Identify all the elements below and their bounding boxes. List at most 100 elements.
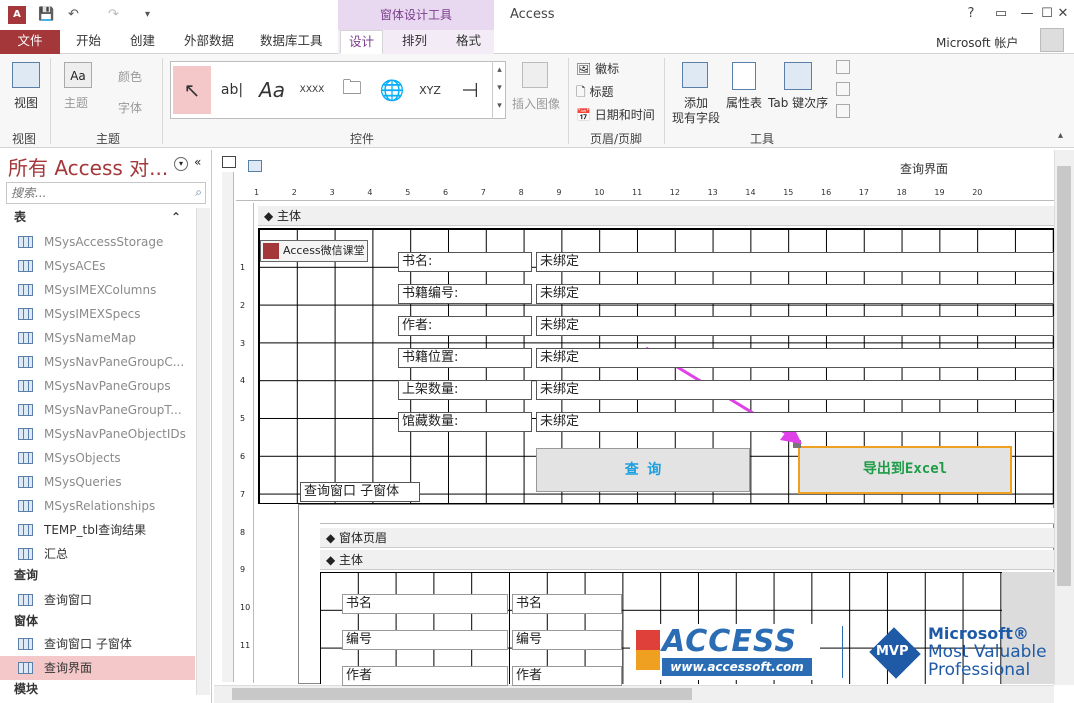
tab-create[interactable]: 创建 — [122, 30, 163, 54]
property-sheet-icon[interactable] — [732, 62, 756, 90]
field-label[interactable]: 作者: — [398, 316, 532, 336]
field-textbox[interactable]: 未绑定 — [536, 412, 1054, 432]
page-break-icon[interactable]: ⊣ — [451, 66, 489, 114]
subform-field-textbox[interactable]: 作者 — [512, 666, 622, 686]
field-textbox[interactable]: 未绑定 — [536, 348, 1054, 368]
avatar[interactable] — [1040, 28, 1064, 52]
tab-home[interactable]: 开始 — [68, 30, 109, 54]
hscroll-thumb[interactable] — [232, 688, 692, 700]
section-bar-main[interactable]: ◆ 主体 — [258, 206, 1054, 226]
nav-item-table[interactable]: MSysACEs — [0, 254, 195, 278]
field-textbox[interactable]: 未绑定 — [536, 380, 1054, 400]
nav-search-input[interactable] — [7, 183, 183, 203]
subform-field-label[interactable]: 作者 — [342, 666, 508, 686]
nav-item-table[interactable]: MSysIMEXSpecs — [0, 302, 195, 326]
nav-pane-title[interactable]: 所有 Access 对... — [8, 152, 168, 181]
nav-item-table[interactable]: MSysIMEXColumns — [0, 278, 195, 302]
nav-item-table[interactable]: MSysNavPaneObjectIDs — [0, 422, 195, 446]
property-sheet-button[interactable]: 属性表 — [726, 94, 762, 111]
field-label[interactable]: 馆藏数量: — [398, 412, 532, 432]
collapse-section-icon[interactable]: ⌃ — [171, 206, 181, 228]
label-control-icon[interactable]: Aa — [253, 66, 291, 114]
colors-button[interactable]: 颜色 — [118, 68, 142, 85]
undo-icon[interactable]: ↶ — [68, 6, 79, 24]
field-label[interactable]: 书籍编号: — [398, 284, 532, 304]
restore-ribbon-icon[interactable]: ▭ — [990, 4, 1012, 24]
form-window-icon[interactable] — [248, 160, 262, 172]
logo-badge[interactable]: Access微信课堂 — [260, 240, 368, 262]
form-selector-icon[interactable] — [222, 156, 236, 168]
insert-image-icon[interactable] — [522, 62, 548, 88]
tab-order-button[interactable]: Tab 键次序 — [768, 94, 828, 111]
collapse-ribbon-icon[interactable]: ▴ — [1058, 130, 1063, 141]
gallery-scroll[interactable]: ▴ ▾ ▾ — [492, 61, 506, 119]
collapse-nav-icon[interactable]: « — [194, 155, 201, 169]
button-control-icon[interactable]: XXXX — [293, 66, 331, 114]
field-textbox[interactable]: 未绑定 — [536, 284, 1054, 304]
title-button[interactable]: 🗋 标题 — [576, 83, 613, 104]
export-excel-button[interactable]: 导出到Excel — [798, 446, 1012, 494]
add-fields-icon[interactable] — [682, 62, 708, 88]
customize-qat-icon[interactable]: ▾ — [145, 6, 150, 24]
add-fields-button-2[interactable]: 现有字段 — [672, 109, 720, 126]
nav-item-table[interactable]: MSysNavPaneGroupC... — [0, 350, 195, 374]
subform-field-textbox[interactable]: 编号 — [512, 630, 622, 650]
tab-format[interactable]: 格式 — [448, 30, 489, 54]
minimize-button[interactable]: — — [1016, 4, 1038, 24]
field-label[interactable]: 上架数量: — [398, 380, 532, 400]
form-tab-title[interactable]: 查询界面 — [900, 160, 948, 177]
view-button-icon[interactable] — [12, 62, 40, 88]
nav-item-table[interactable]: MSysNavPaneGroupT... — [0, 398, 195, 422]
nav-item-table[interactable]: MSysObjects — [0, 446, 195, 470]
field-textbox[interactable]: 未绑定 — [536, 316, 1054, 336]
tab-database-tools[interactable]: 数据库工具 — [252, 30, 331, 54]
query-button[interactable]: 查 询 — [536, 448, 750, 492]
nav-section-queries[interactable]: 查询 — [0, 564, 195, 586]
close-button[interactable]: ✕ — [1052, 4, 1074, 24]
field-label[interactable]: 书名: — [398, 252, 532, 272]
fonts-button[interactable]: 字体 — [118, 99, 142, 116]
insert-image-button[interactable]: 插入图像 — [512, 95, 560, 112]
convert-macros-icon[interactable] — [836, 104, 850, 118]
save-icon[interactable]: 💾 — [38, 6, 54, 24]
nav-item-form[interactable]: 查询窗口 子窗体 — [0, 632, 195, 656]
nav-item-table[interactable]: MSysAccessStorage — [0, 230, 195, 254]
nav-item-table[interactable]: MSysRelationships — [0, 494, 195, 518]
vscroll-thumb[interactable] — [1057, 166, 1071, 586]
hyperlink-control-icon[interactable]: 🌐 — [373, 66, 411, 114]
nav-section-modules[interactable]: 模块 — [0, 678, 195, 700]
nav-item-table[interactable]: MSysNameMap — [0, 326, 195, 350]
nav-search-box[interactable]: ⌕ — [6, 182, 206, 204]
option-group-icon[interactable]: XYZ — [411, 66, 449, 114]
select-pointer-icon[interactable]: ↖ — [173, 66, 211, 114]
tab-arrange[interactable]: 排列 — [394, 30, 435, 54]
textbox-control-icon[interactable]: ab| — [213, 66, 251, 114]
view-button[interactable]: 视图 — [14, 94, 38, 111]
nav-scrollbar[interactable] — [196, 208, 210, 695]
nav-section-forms[interactable]: 窗体 — [0, 610, 195, 632]
access-app-icon[interactable]: A — [8, 6, 26, 24]
redo-icon[interactable]: ↷ — [108, 6, 119, 24]
tab-external-data[interactable]: 外部数据 — [176, 30, 242, 54]
subform-field-textbox[interactable]: 书名 — [512, 594, 622, 614]
nav-item-table[interactable]: MSysNavPaneGroups — [0, 374, 195, 398]
nav-item-query[interactable]: 查询窗口 — [0, 588, 195, 612]
nav-item-form[interactable]: 查询界面 — [0, 656, 195, 680]
tab-order-icon[interactable] — [784, 62, 812, 90]
subform-field-label[interactable]: 书名 — [342, 594, 508, 614]
help-button[interactable]: ? — [960, 4, 982, 24]
view-code-icon[interactable] — [836, 82, 850, 96]
subform-label[interactable]: 查询窗口 子窗体 — [300, 482, 420, 502]
subform-main-bar[interactable]: ◆ 主体 — [320, 550, 1054, 570]
subform-field-label[interactable]: 编号 — [342, 630, 508, 650]
tab-design[interactable]: 设计 — [340, 30, 384, 54]
field-textbox[interactable]: 未绑定 — [536, 252, 1054, 272]
nav-item-table[interactable]: 汇总 — [0, 542, 195, 566]
theme-icon[interactable]: Aa — [64, 62, 92, 88]
tab-file[interactable]: 文件 — [0, 30, 60, 54]
account-label[interactable]: Microsoft 帐户 — [936, 34, 1018, 51]
nav-item-table[interactable]: MSysQueries — [0, 470, 195, 494]
controls-gallery[interactable]: ↖ ab| Aa XXXX 🗀 🌐 XYZ ⊣ — [170, 61, 506, 119]
search-icon[interactable]: ⌕ — [195, 185, 202, 200]
nav-menu-icon[interactable]: ▾ — [174, 157, 188, 171]
